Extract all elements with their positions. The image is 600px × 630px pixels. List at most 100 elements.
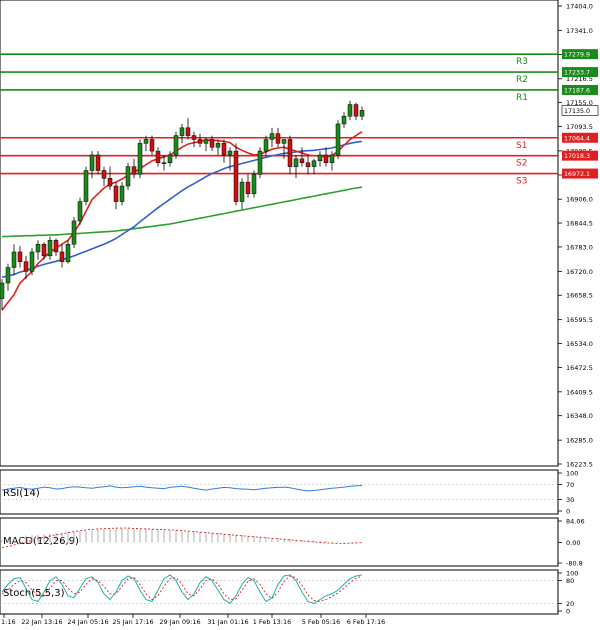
price-tick-label: 16844.5 (566, 220, 593, 228)
candle-body (185, 127, 191, 136)
candle-body (0, 282, 5, 299)
level-tags: 17279.9 17233.7 17187.6 17064.4 17018.3 16972… (561, 49, 599, 179)
candle-body (233, 150, 239, 202)
candle-body (209, 139, 215, 148)
price-tick-label: 16658.5 (566, 292, 593, 300)
candle-body (203, 139, 209, 144)
candle-body (197, 139, 203, 144)
price-panel: R3R2R1S1S2S3 17404.017341.017279.017216.… (0, 0, 599, 469)
candle-body (119, 185, 125, 202)
macd-panel-tick-label: -80.8 (566, 560, 583, 568)
price-tick-label: 16595.5 (566, 316, 593, 324)
price-tick-label: 16906.0 (566, 196, 593, 204)
price-tick-label: 16534.0 (566, 340, 593, 348)
time-tick-label: 1 Feb 13:16 (253, 618, 292, 626)
candle-body (341, 115, 347, 125)
candle-body (335, 123, 341, 156)
candle-body (167, 154, 173, 163)
candle-body (311, 160, 317, 167)
time-tick-label: 29 Jan 09:16 (159, 618, 200, 626)
candle-body (143, 139, 149, 144)
level-tag-value-s1: 17064.4 (564, 135, 590, 142)
price-tick-label: 16348.0 (566, 412, 593, 420)
candle-body (215, 143, 221, 148)
candle-body (125, 166, 131, 187)
rsi-panel-tick-label: 70 (566, 481, 574, 489)
price-tick-label: 16285.0 (566, 437, 593, 445)
stoch-panel: Stoch(5,5,3)10080200 (0, 569, 578, 616)
candle-body (269, 133, 275, 140)
level-tag-value-s3: 16972.1 (564, 171, 590, 178)
candle-body (347, 104, 353, 117)
time-tick-label: 1:16 (1, 618, 16, 626)
stoch-panel-title: Stoch(5,5,3) (3, 588, 65, 599)
price-tick-label: 17404.0 (566, 3, 593, 11)
candle-body (29, 251, 35, 272)
level-label-s2: S2 (516, 159, 527, 169)
level-label-s1: S1 (516, 141, 527, 151)
rsi-panel-tick-label: 100 (566, 470, 578, 478)
candle-body (173, 135, 179, 156)
candle-body (149, 139, 155, 152)
candle-body (41, 243, 47, 257)
current-price-value: 17135.0 (564, 108, 590, 115)
time-tick-label: 31 Jan 01:16 (207, 618, 248, 626)
level-tag-value-s2: 17018.3 (564, 153, 590, 160)
candle-body (17, 251, 23, 262)
rsi-panel-title: RSI(14) (3, 488, 40, 499)
candle-body (11, 251, 17, 268)
candle-body (101, 170, 107, 179)
macd-panel-frame (0, 517, 559, 567)
rsi-panel-tick-label: 0 (566, 508, 570, 516)
rsi-panel-tick-label: 30 (566, 496, 574, 504)
candle-body (293, 158, 299, 167)
candle-body (191, 135, 197, 140)
level-label-r2: R2 (516, 75, 528, 85)
candle-body (281, 139, 287, 144)
time-tick-label: 24 Jan 05:16 (67, 618, 108, 626)
candle-body (5, 267, 11, 284)
candle-body (305, 162, 311, 167)
candle-body (23, 261, 29, 272)
price-tick-label: 17341.0 (566, 27, 593, 35)
chart-svg: R3R2R1S1S2S3 17404.017341.017279.017216.… (0, 0, 599, 626)
candle-body (359, 110, 365, 117)
candle-body (329, 154, 335, 163)
candle-body (155, 150, 161, 163)
candle-body (275, 133, 281, 144)
candle-body (257, 150, 263, 175)
candle-body (137, 143, 143, 175)
candle-body (59, 251, 65, 262)
level-tag-value-r3: 17279.9 (564, 52, 590, 59)
candle-body (89, 154, 95, 171)
candle-body (179, 127, 185, 136)
time-tick-label: 22 Jan 13:16 (21, 618, 62, 626)
candle-body (53, 240, 59, 253)
candle-body (227, 150, 233, 156)
candle-body (287, 139, 293, 167)
time-tick-label: 5 Feb 05:16 (302, 618, 341, 626)
candle-body (65, 243, 71, 262)
candle-body (263, 139, 269, 152)
candle-body (353, 104, 359, 117)
candle-body (251, 174, 257, 195)
time-tick-label: 6 Feb 17:16 (347, 618, 386, 626)
stoch-panel-tick-label: 0 (566, 608, 570, 616)
level-tag-value-r2: 17233.7 (564, 70, 590, 77)
candle-body (47, 240, 53, 257)
level-label-r1: R1 (516, 93, 528, 103)
stoch-panel-frame (0, 569, 559, 615)
candle-body (323, 154, 329, 163)
candle-body (77, 201, 83, 222)
level-label-s3: S3 (516, 177, 527, 187)
time-axis: 1:16 22 Jan 13:16 24 Jan 05:16 25 Jan 17:16… (1, 614, 385, 626)
candle-body (245, 181, 251, 195)
candle-body (221, 143, 227, 156)
time-tick-label: 25 Jan 17:16 (112, 618, 153, 626)
macd-panel-tick-label: 0.00 (566, 539, 580, 547)
price-tick-label: 16472.5 (566, 364, 593, 372)
candle-body (161, 162, 167, 164)
price-tick-label: 16783.0 (566, 243, 593, 251)
candle-body (113, 185, 119, 202)
candle-body (317, 154, 323, 162)
